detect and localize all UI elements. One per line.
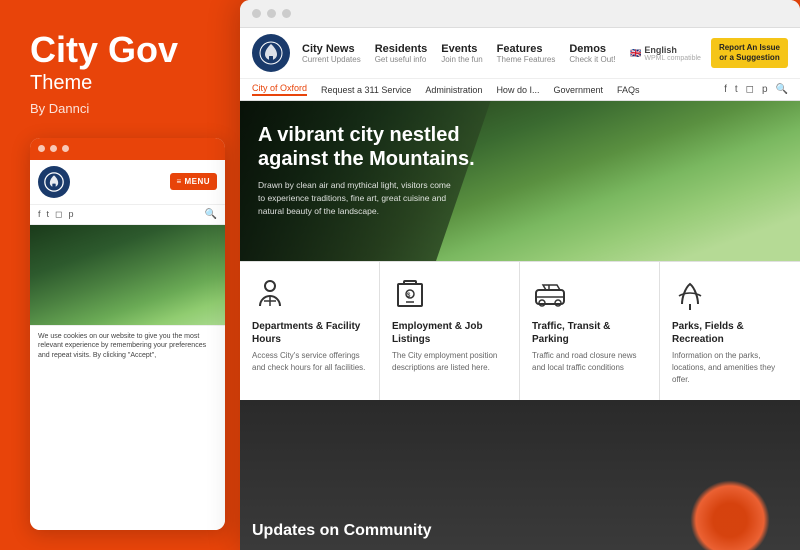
site-header: City News Current Updates Residents Get … (240, 28, 800, 101)
instagram-nav-icon[interactable]: ◻ (746, 84, 754, 95)
facebook-icon[interactable]: f (38, 209, 41, 220)
author-label: By Dannci (30, 101, 210, 116)
parks-icon (672, 276, 708, 312)
mobile-social-bar: f t ◻ p 🔍 (30, 205, 225, 225)
mobile-topbar (30, 138, 225, 160)
employment-icon: $ (392, 276, 428, 312)
report-line1: Report An Issue (719, 43, 780, 53)
hero-text: A vibrant city nestled against the Mount… (240, 101, 800, 239)
browser-dot-1 (252, 9, 261, 18)
instagram-icon[interactable]: ◻ (55, 209, 62, 220)
nav-demos-label: Demos (569, 43, 615, 55)
nav-residents-label: Residents (375, 43, 428, 55)
service-departments[interactable]: Departments & Facility Hours Access City… (240, 262, 380, 400)
lang-label: English (644, 45, 701, 55)
nav-residents-sub: Get useful info (375, 55, 428, 64)
browser-mockup: City News Current Updates Residents Get … (240, 0, 800, 550)
nav-city-news-sub: Current Updates (302, 55, 361, 64)
employment-title: Employment & Job Listings (392, 320, 507, 346)
nav-city-news-label: City News (302, 43, 361, 55)
mobile-dot-1 (38, 145, 45, 152)
cookie-text: We use cookies on our website to give yo… (38, 333, 206, 360)
nav-events-sub: Join the fun (441, 55, 482, 64)
browser-dot-2 (267, 9, 276, 18)
departments-icon (252, 276, 288, 312)
nav-residents[interactable]: Residents Get useful info (375, 43, 428, 64)
sec-nav-admin[interactable]: Administration (425, 85, 482, 95)
theme-title: City Gov Theme (30, 30, 210, 95)
sec-nav-howdo[interactable]: How do I... (496, 85, 539, 95)
nav-features-label: Features (497, 43, 556, 55)
browser-topbar (240, 0, 800, 28)
departments-title: Departments & Facility Hours (252, 320, 367, 346)
mobile-social-icons: f t ◻ p (38, 209, 74, 220)
mobile-logo (38, 166, 70, 198)
nav-city-news[interactable]: City News Current Updates (302, 43, 361, 64)
bottom-heading: Updates on Community (252, 522, 432, 540)
hero-description: Drawn by clean air and mythical light, v… (258, 179, 458, 217)
mobile-menu-button[interactable]: ≡ MENU (170, 173, 217, 190)
lang-sub: WPML compatible (644, 55, 701, 62)
traffic-desc: Traffic and road closure news and local … (532, 350, 647, 374)
title-line2: Theme (30, 72, 210, 95)
pinterest-icon[interactable]: p (69, 209, 74, 220)
traffic-title: Traffic, Transit & Parking (532, 320, 647, 346)
browser-dot-3 (282, 9, 291, 18)
sec-nav-govt[interactable]: Government (553, 85, 603, 95)
language-selector[interactable]: 🇬🇧 English WPML compatible (630, 45, 701, 62)
title-line1: City Gov (30, 30, 210, 70)
nav-demos-sub: Check it Out! (569, 55, 615, 64)
sec-nav-faqs[interactable]: FAQs (617, 85, 640, 95)
service-traffic[interactable]: Traffic, Transit & Parking Traffic and r… (520, 262, 660, 400)
search-nav-icon[interactable]: 🔍 (776, 84, 788, 95)
nav-features-sub: Theme Features (497, 55, 556, 64)
service-parks[interactable]: Parks, Fields & Recreation Information o… (660, 262, 800, 400)
mobile-preview-card: ≡ MENU f t ◻ p 🔍 We use cookies on our w… (30, 138, 225, 530)
sec-nav-311[interactable]: Request a 311 Service (321, 85, 411, 95)
secondary-nav-icons: f t ◻ p 🔍 (724, 84, 788, 95)
bottom-section: Updates on Community (240, 400, 800, 550)
primary-nav: City News Current Updates Residents Get … (240, 28, 800, 78)
departments-desc: Access City's service offerings and chec… (252, 350, 367, 374)
mobile-search-icon[interactable]: 🔍 (205, 209, 217, 220)
employment-desc: The City employment position description… (392, 350, 507, 374)
report-line2: or a Suggestion (719, 53, 780, 63)
bottom-title: Updates on Community (252, 522, 432, 540)
hero-section: A vibrant city nestled against the Mount… (240, 101, 800, 261)
nav-demos[interactable]: Demos Check it Out! (569, 43, 615, 64)
traffic-icon (532, 276, 568, 312)
site-logo[interactable] (252, 34, 290, 72)
service-employment[interactable]: $ Employment & Job Listings The City emp… (380, 262, 520, 400)
hero-title: A vibrant city nestled against the Mount… (258, 123, 478, 171)
left-panel: City Gov Theme By Dannci ≡ MENU f t (0, 0, 230, 550)
mobile-cookie-banner: We use cookies on our website to give yo… (30, 325, 225, 530)
parks-title: Parks, Fields & Recreation (672, 320, 788, 346)
nav-items: City News Current Updates Residents Get … (302, 43, 618, 64)
pinterest-nav-icon[interactable]: p (762, 84, 768, 95)
parks-desc: Information on the parks, locations, and… (672, 350, 788, 386)
nav-features[interactable]: Features Theme Features (497, 43, 556, 64)
nav-events[interactable]: Events Join the fun (441, 43, 482, 64)
nav-events-label: Events (441, 43, 482, 55)
twitter-icon[interactable]: t (47, 209, 50, 220)
secondary-nav: City of Oxford Request a 311 Service Adm… (240, 78, 800, 100)
mobile-dot-3 (62, 145, 69, 152)
flag-icon: 🇬🇧 (630, 48, 641, 59)
services-grid: Departments & Facility Hours Access City… (240, 261, 800, 400)
facebook-nav-icon[interactable]: f (724, 84, 727, 95)
nav-right: 🇬🇧 English WPML compatible Report An Iss… (630, 38, 788, 69)
mobile-hero-image (30, 225, 225, 325)
mobile-header: ≡ MENU (30, 160, 225, 205)
twitter-nav-icon[interactable]: t (735, 84, 738, 95)
sec-nav-oxford[interactable]: City of Oxford (252, 83, 307, 96)
report-issue-button[interactable]: Report An Issue or a Suggestion (711, 38, 788, 69)
bottom-decoration-circle (690, 480, 770, 550)
mobile-dot-2 (50, 145, 57, 152)
